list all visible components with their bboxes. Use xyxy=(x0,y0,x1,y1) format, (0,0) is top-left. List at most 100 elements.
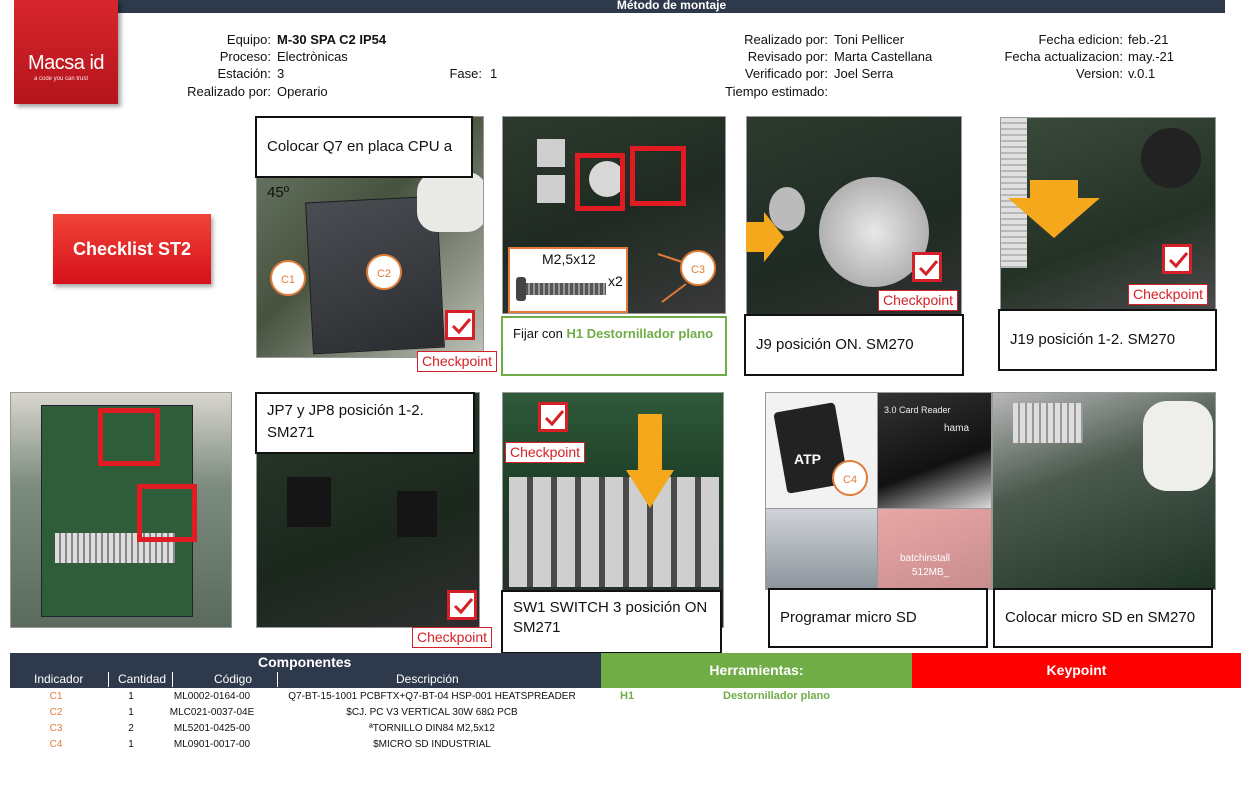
checkpoint-label-1: Checkpoint xyxy=(417,351,498,372)
size-text: 512MB_ xyxy=(912,567,950,578)
cell-qty: 1 xyxy=(128,691,134,702)
checkpoint-label-5: Checkpoint xyxy=(412,627,493,648)
cell-desc: $CJ. PC V3 VERTICAL 30W 68Ω PCB xyxy=(346,707,518,718)
checkbox-icon-5 xyxy=(447,590,477,620)
realizado-label: Realizado por: xyxy=(744,32,828,47)
connector-shape xyxy=(537,175,565,203)
checkpoint-label-6: Checkpoint xyxy=(505,442,586,463)
marker-c1: C1 xyxy=(270,260,306,296)
equipo-label: Equipo: xyxy=(226,32,271,47)
screw-icon xyxy=(520,283,606,295)
highlight-box xyxy=(98,408,160,466)
checkpoint-label-4: Checkpoint xyxy=(1128,284,1209,305)
jumper-shape xyxy=(397,491,437,537)
macsa-logo: Macsa id a code you can trust xyxy=(14,0,118,104)
step-caption-4: J19 posición 1-2. SM270 xyxy=(998,309,1217,371)
glove-shape xyxy=(1143,401,1213,491)
cell-code: ML0901-0017-00 xyxy=(173,739,251,750)
fecha-edicion-value: feb.-21 xyxy=(1128,32,1169,47)
photo-card-reader: 3.0 Card Reader hama xyxy=(877,392,992,510)
step-caption-7: Programar micro SD xyxy=(768,588,988,648)
verificado-label: Verificado por: xyxy=(744,66,828,81)
cell-qty: 1 xyxy=(128,707,134,718)
realizado-operario-value: Operario xyxy=(277,84,328,99)
checkbox-icon-1 xyxy=(445,310,475,340)
photo-batchinstall: batchinstall 512MB_ xyxy=(877,508,992,590)
tools-header: Herramientas: xyxy=(601,653,912,688)
checkbox-icon-4 xyxy=(1162,244,1192,274)
estacion-value: 3 xyxy=(277,66,285,81)
col-codigo: Código xyxy=(214,672,253,686)
cell-qty: 2 xyxy=(128,723,134,734)
tool-id: H1 xyxy=(620,690,635,702)
batch-text: batchinstall xyxy=(900,553,951,564)
step-caption-5: JP7 y JP8 posición 1-2. SM271 xyxy=(255,392,475,454)
step-2-prefix: Fijar con xyxy=(513,326,567,341)
checkbox-icon-3 xyxy=(912,252,942,282)
glove-shape xyxy=(417,172,483,232)
table-row: C3 2 ML5201-0425-00 ªTORNILLO DIN84 M2,5… xyxy=(10,721,600,737)
proceso-label: Proceso: xyxy=(219,49,271,64)
cell-code: ML5201-0425-00 xyxy=(173,723,251,734)
cell-desc: $MICRO SD INDUSTRIAL xyxy=(373,739,491,750)
highlight-box xyxy=(630,146,686,206)
tool-name: Destornillador plano xyxy=(723,690,830,702)
cell-desc: Q7-BT-15-1001 PCBFTX+Q7-BT-04 HSP-001 HE… xyxy=(288,691,576,702)
components-header: Componentes Indicador Cantidad Código De… xyxy=(10,653,601,688)
keypoint-header: Keypoint xyxy=(912,653,1241,688)
card-reader-text: 3.0 Card Reader xyxy=(884,405,951,415)
marker-c2: C2 xyxy=(366,254,402,290)
components-table: C1 1 ML0002-0164-00 Q7-BT-15-1001 PCBFTX… xyxy=(10,689,600,753)
pointer-lines xyxy=(657,253,687,303)
cell-indicator: C3 xyxy=(49,723,63,734)
marker-c4: C4 xyxy=(832,460,868,496)
cell-indicator: C2 xyxy=(49,707,63,718)
photo-laptop-usb xyxy=(765,508,879,590)
yellow-arrow-down-icon xyxy=(1008,180,1100,238)
cell-indicator: C1 xyxy=(49,691,63,702)
hama-text: hama xyxy=(944,423,970,434)
verificado-value: Joel Serra xyxy=(834,66,894,81)
inductor-shape xyxy=(1141,128,1201,188)
col-divider xyxy=(108,672,109,687)
cell-desc: ªTORNILLO DIN84 M2,5x12 xyxy=(369,723,495,734)
step-caption-8: Colocar micro SD en SM270 xyxy=(993,588,1213,648)
realizado-value: Toni Pellicer xyxy=(834,32,905,47)
screw-qty: x2 xyxy=(608,273,623,289)
fecha-edicion-label: Fecha edicion: xyxy=(1038,32,1123,47)
tiempo-label: Tiempo estimado: xyxy=(725,84,828,99)
screw-callout: M2,5x12 x2 xyxy=(508,247,628,313)
screw-size: M2,5x12 xyxy=(542,251,596,267)
step-caption-2: Fijar con H1 Destornillador plano xyxy=(501,316,727,376)
cell-code: MLC021-0037-04E xyxy=(169,707,255,718)
page-title: Método de montaje xyxy=(118,0,1225,13)
col-divider xyxy=(277,672,278,687)
step-caption-1: Colocar Q7 en placa CPU a 45º xyxy=(255,116,473,201)
step-caption-3: J9 posición ON. SM270 xyxy=(744,314,964,376)
fase-label: Fase: xyxy=(449,66,482,81)
revisado-value: Marta Castellana xyxy=(834,49,933,64)
photo-micro-sd: ATP xyxy=(765,392,879,510)
connector-shape xyxy=(1013,403,1083,443)
table-row: C4 1 ML0901-0017-00 $MICRO SD INDUSTRIAL xyxy=(10,737,600,753)
col-descripcion: Descripción xyxy=(396,672,459,686)
yellow-arrow-icon xyxy=(746,212,784,262)
cell-indicator: C4 xyxy=(49,739,63,750)
components-title: Componentes xyxy=(258,654,352,670)
cell-qty: 1 xyxy=(128,739,134,750)
checklist-st2-button[interactable]: Checklist ST2 xyxy=(53,214,211,284)
col-cantidad: Cantidad xyxy=(118,672,167,686)
checkpoint-label-3: Checkpoint xyxy=(878,290,959,311)
equipo-value: M-30 SPA C2 IP54 xyxy=(277,32,387,47)
col-indicador: Indicador xyxy=(34,672,84,686)
estacion-label: Estación: xyxy=(217,66,271,81)
step-caption-6: SW1 SWITCH 3 posición ON SM271 xyxy=(501,590,722,654)
col-divider xyxy=(172,672,173,687)
fecha-actualizacion-value: may.-21 xyxy=(1128,49,1174,64)
table-row: C2 1 MLC021-0037-04E $CJ. PC V3 VERTICAL… xyxy=(10,705,600,721)
proceso-value: Electrònicas xyxy=(277,49,348,64)
cell-code: ML0002-0164-00 xyxy=(173,691,251,702)
yellow-arrow-down-icon xyxy=(626,414,674,508)
realizado-operario-label: Realizado por: xyxy=(187,84,271,99)
step-2-tool: H1 Destornillador plano xyxy=(566,326,714,341)
